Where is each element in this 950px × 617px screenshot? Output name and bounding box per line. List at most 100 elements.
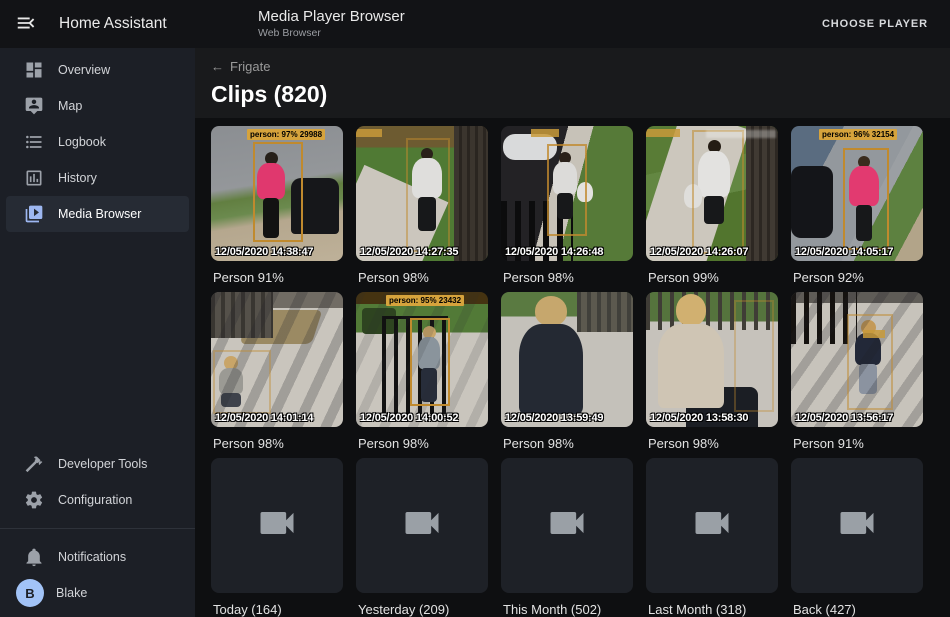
detection-label-fragment <box>531 129 559 137</box>
sidebar-item-label: Developer Tools <box>58 457 147 471</box>
clip-card[interactable]: 12/05/2020 14:26:07 Person 99% <box>646 126 778 286</box>
scene-shape <box>454 126 488 261</box>
detection-label: person: 97% 29988 <box>247 129 325 140</box>
video-camera-icon <box>255 501 299 550</box>
page-title: Clips (820) <box>211 80 934 108</box>
detection-bbox <box>547 144 587 236</box>
detection-bbox <box>692 130 744 254</box>
sidebar-item-notifications[interactable]: Notifications <box>6 539 189 575</box>
clip-card[interactable]: 12/05/2020 14:27:35 Person 98% <box>356 126 488 286</box>
folder-thumbnail[interactable] <box>501 458 633 593</box>
sidebar-spacer <box>0 232 195 446</box>
video-camera-icon <box>690 501 734 550</box>
gear-icon <box>24 490 44 510</box>
folder-thumbnail[interactable] <box>356 458 488 593</box>
sidebar-item-label: History <box>58 171 97 185</box>
clip-thumbnail[interactable]: 12/05/2020 14:26:48 <box>501 126 633 261</box>
folder-thumbnail[interactable] <box>211 458 343 593</box>
clip-timestamp: 12/05/2020 14:38:47 <box>215 246 313 258</box>
folder-card-today[interactable]: Today (164) <box>211 458 343 617</box>
panel-title-block: Media Player Browser Web Browser <box>258 8 405 40</box>
sidebar-item-label: Logbook <box>58 135 106 149</box>
sidebar-item-user[interactable]: B Blake <box>6 575 189 611</box>
clip-card[interactable]: person: 95% 23432 12/05/2020 14:00:52 Pe… <box>356 292 488 452</box>
back-arrow-icon: ← <box>211 59 224 75</box>
sidebar-item-overview[interactable]: Overview <box>6 52 189 88</box>
clip-timestamp: 12/05/2020 14:26:07 <box>650 246 748 258</box>
panel-subtitle: Web Browser <box>258 27 405 40</box>
detection-label-fragment <box>646 129 680 137</box>
clip-card[interactable]: person: 97% 29988 12/05/2020 14:38:47 Pe… <box>211 126 343 286</box>
menu-open-icon <box>15 12 37 37</box>
detection-bbox <box>734 300 774 412</box>
sidebar: Overview Map Logbook History Media Brows… <box>0 48 195 617</box>
choose-player-button[interactable]: CHOOSE PLAYER <box>816 17 934 31</box>
clip-timestamp: 12/05/2020 14:27:35 <box>360 246 458 258</box>
clip-card[interactable]: 12/05/2020 14:26:48 Person 98% <box>501 126 633 286</box>
clip-caption: Person 92% <box>793 270 921 286</box>
clip-thumbnail[interactable]: person: 96% 32154 12/05/2020 14:05:17 <box>791 126 923 261</box>
clip-card[interactable]: 12/05/2020 13:59:49 Person 98% <box>501 292 633 452</box>
clip-thumbnail[interactable]: 12/05/2020 13:56:17 <box>791 292 923 427</box>
folder-thumbnail[interactable] <box>646 458 778 593</box>
clip-caption: Person 98% <box>358 270 486 286</box>
clip-card[interactable]: person: 96% 32154 12/05/2020 14:05:17 Pe… <box>791 126 923 286</box>
detection-label: person: 95% 23432 <box>386 295 464 306</box>
sidebar-item-logbook[interactable]: Logbook <box>6 124 189 160</box>
sidebar-item-label: Overview <box>58 63 110 77</box>
media-browser-header: ← Frigate Clips (820) <box>195 48 950 118</box>
clip-caption: Person 98% <box>358 436 486 452</box>
folder-card-this-month[interactable]: This Month (502) <box>501 458 633 617</box>
clips-grid: person: 97% 29988 12/05/2020 14:38:47 Pe… <box>195 118 950 617</box>
view-dashboard-icon <box>24 60 44 80</box>
clip-thumbnail[interactable]: 12/05/2020 14:26:07 <box>646 126 778 261</box>
panel-title: Media Player Browser <box>258 8 405 27</box>
clip-thumbnail[interactable]: 12/05/2020 13:58:30 <box>646 292 778 427</box>
clip-card[interactable]: 12/05/2020 13:58:30 Person 98% <box>646 292 778 452</box>
sidebar-item-configuration[interactable]: Configuration <box>6 482 189 518</box>
clip-thumbnail[interactable]: person: 97% 29988 12/05/2020 14:38:47 <box>211 126 343 261</box>
clip-caption: Person 98% <box>503 436 631 452</box>
clip-timestamp: 12/05/2020 13:56:17 <box>795 412 893 424</box>
hammer-icon <box>24 454 44 474</box>
breadcrumb-back[interactable]: ← Frigate <box>211 59 270 75</box>
folder-label: Last Month (318) <box>648 602 776 617</box>
bell-icon <box>24 547 44 567</box>
person-figure <box>519 296 583 414</box>
clip-caption: Person 98% <box>648 436 776 452</box>
sidebar-item-label: Notifications <box>58 550 126 564</box>
clip-timestamp: 12/05/2020 14:00:52 <box>360 412 458 424</box>
scene-shape <box>577 292 633 332</box>
folder-card-back[interactable]: Back (427) <box>791 458 923 617</box>
clip-timestamp: 12/05/2020 13:58:30 <box>650 412 748 424</box>
user-name: Blake <box>56 586 87 600</box>
detection-bbox <box>406 138 450 252</box>
sidebar-toggle-button[interactable] <box>13 11 39 37</box>
folder-thumbnail[interactable] <box>791 458 923 593</box>
video-camera-icon <box>545 501 589 550</box>
clip-thumbnail[interactable]: person: 95% 23432 12/05/2020 14:00:52 <box>356 292 488 427</box>
avatar: B <box>16 579 44 607</box>
breadcrumb-label: Frigate <box>230 59 270 75</box>
sidebar-divider <box>0 528 195 529</box>
sidebar-item-developer-tools[interactable]: Developer Tools <box>6 446 189 482</box>
folder-card-yesterday[interactable]: Yesterday (209) <box>356 458 488 617</box>
detection-bbox <box>847 314 893 410</box>
clip-thumbnail[interactable]: 12/05/2020 14:27:35 <box>356 126 488 261</box>
sidebar-item-map[interactable]: Map <box>6 88 189 124</box>
person-figure <box>658 294 724 408</box>
account-tooltip-icon <box>24 96 44 116</box>
detection-label: person: 96% 32154 <box>819 129 897 140</box>
sidebar-item-history[interactable]: History <box>6 160 189 196</box>
clip-caption: Person 99% <box>648 270 776 286</box>
clip-thumbnail[interactable]: 12/05/2020 14:01:14 <box>211 292 343 427</box>
sidebar-item-media-browser[interactable]: Media Browser <box>6 196 189 232</box>
clip-caption: Person 91% <box>213 270 341 286</box>
clip-card[interactable]: 12/05/2020 14:01:14 Person 98% <box>211 292 343 452</box>
home-assistant-app: Home Assistant Media Player Browser Web … <box>0 0 950 617</box>
folder-card-last-month[interactable]: Last Month (318) <box>646 458 778 617</box>
clip-card[interactable]: 12/05/2020 13:56:17 Person 91% <box>791 292 923 452</box>
clip-timestamp: 12/05/2020 14:26:48 <box>505 246 603 258</box>
sidebar-item-label: Configuration <box>58 493 132 507</box>
clip-thumbnail[interactable]: 12/05/2020 13:59:49 <box>501 292 633 427</box>
